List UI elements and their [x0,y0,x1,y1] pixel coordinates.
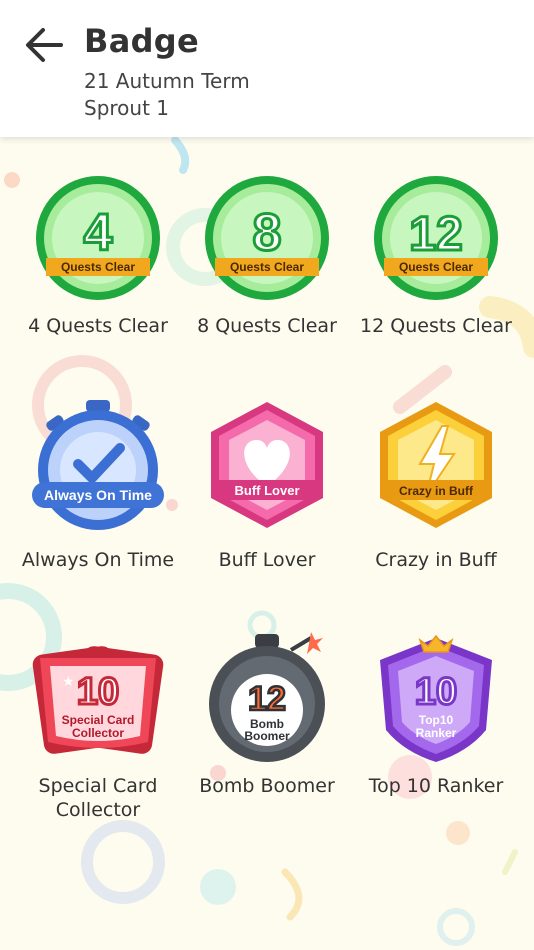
svg-text:Top10: Top10 [419,713,454,727]
class-label: Sprout 1 [84,96,170,120]
badge-label: 8 Quests Clear [197,315,337,337]
stopwatch-icon: Always On Time [32,400,164,530]
app-header: Badge 21 Autumn Term Sprout 1 [0,0,534,137]
svg-text:Always On Time: Always On Time [44,487,152,503]
badge-label: 12 Quests Clear [360,315,512,337]
badge-label: Top 10 Ranker [368,775,504,797]
cards-icon: ★ 10 Special Card Collector [32,646,164,754]
badge-buff-lover[interactable]: Buff Lover Buff Lover [182,398,352,572]
lightning-icon: Crazy in Buff [380,402,492,528]
heart-icon: Buff Lover [211,402,323,528]
quest-badge-icon: Quests Clear 8 [205,176,329,300]
badge-label: Bomb Boomer [199,775,335,797]
badge-12-quests-clear[interactable]: Quests Clear 12 12 Quests Clear [351,172,521,338]
svg-text:Quests Clear: Quests Clear [399,260,473,274]
badge-special-card-collector[interactable]: ★ 10 Special Card Collector Special Card… [13,630,183,822]
badge-top-10-ranker[interactable]: 10 Top10 Ranker Top 10 Ranker [351,630,521,798]
badge-crazy-in-buff[interactable]: Crazy in Buff Crazy in Buff [351,398,521,572]
badge-label: Buff Lover [218,549,316,571]
page-title: Badge [84,22,199,60]
back-button[interactable] [20,24,66,66]
svg-text:★: ★ [62,673,75,689]
badge-4-quests-clear[interactable]: Quests Clear 4 4 Quests Clear [13,172,183,338]
badge-label: Special Card Collector [38,775,158,821]
svg-text:Ranker: Ranker [416,726,457,740]
svg-text:10: 10 [77,671,119,713]
svg-text:10: 10 [415,671,457,713]
svg-text:Crazy in Buff: Crazy in Buff [399,484,474,498]
svg-text:Boomer: Boomer [244,729,290,743]
quest-badge-icon: Quests Clear 12 [374,176,498,300]
svg-text:Quests Clear: Quests Clear [230,260,304,274]
badge-bomb-boomer[interactable]: 12 Bomb Boomer Bomb Boomer [182,630,352,798]
svg-text:Quests Clear: Quests Clear [61,260,135,274]
arrow-left-icon [26,28,63,62]
svg-text:Collector: Collector [72,726,124,740]
bomb-icon: 12 Bomb Boomer [209,632,325,762]
term-label: 21 Autumn Term [84,69,250,93]
svg-text:12: 12 [409,208,462,261]
badge-label: Crazy in Buff [375,549,497,571]
svg-text:Buff Lover: Buff Lover [235,483,300,498]
badge-8-quests-clear[interactable]: Quests Clear 8 8 Quests Clear [182,172,352,338]
quest-badge-icon: Quests Clear 4 [36,176,160,300]
badge-always-on-time[interactable]: Always On Time Always On Time [13,398,183,572]
svg-text:12: 12 [248,680,286,718]
svg-text:Special Card: Special Card [62,713,135,727]
badge-label: 4 Quests Clear [28,315,168,337]
badge-label: Always On Time [21,549,175,571]
svg-text:4: 4 [84,204,113,262]
crown-shield-icon: 10 Top10 Ranker [380,634,492,762]
svg-text:8: 8 [253,204,282,262]
